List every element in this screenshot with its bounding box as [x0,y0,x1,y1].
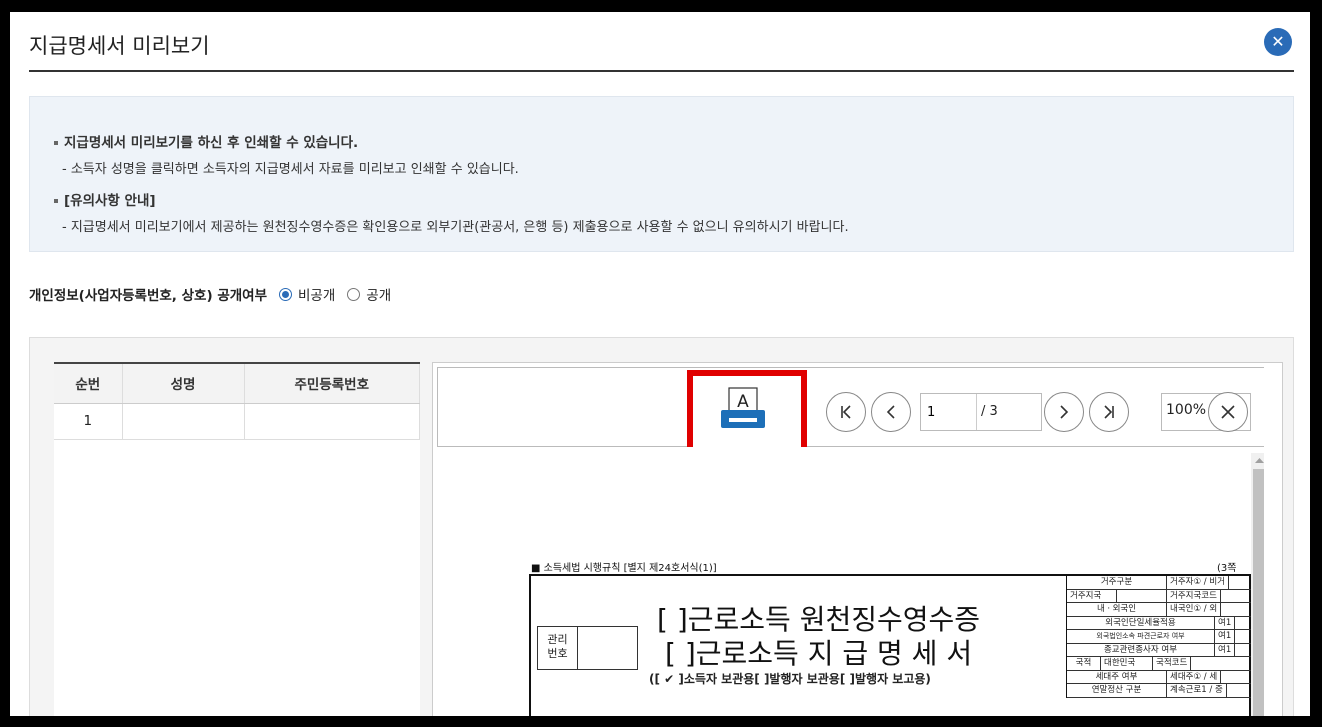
document-header-right: (3쪽 [1217,563,1237,574]
document-title-2: [ ]근로소득 지 급 명 세 서 [665,637,973,670]
col-header-no: 순번 [54,364,123,404]
col-header-rrn: 주민등록번호 [244,364,420,404]
side-row: 국적 대한민국 국적코드 [1067,657,1251,671]
cell-name[interactable] [122,403,245,440]
printer-icon[interactable]: A [693,376,801,452]
side-row: 거주구분 거주자① / 비거 [1067,576,1251,590]
side-row: 외국인단일세율적용 여1 [1067,616,1251,630]
receipt-form: 관리 번호 [ ]근로소득 원천징수영수증 [ ]근로소득 지 급 명 세 서 … [529,574,1251,716]
notice-line-2: - 소득자 성명을 클릭하면 소득자의 지급명세서 자료를 미리보고 인쇄할 수… [62,162,519,177]
earner-list: 순번 성명 주민등록번호 1 [54,362,420,716]
close-viewer-button[interactable] [1208,392,1248,432]
cell-rrn [244,403,420,440]
col-header-name: 성명 [122,364,245,404]
page-input[interactable] [921,394,977,430]
notice-line-1: 지급명세서 미리보기를 하신 후 인쇄할 수 있습니다. [54,131,358,151]
cell-no: 1 [54,403,123,440]
table-header-row: 순번 성명 주민등록번호 [54,364,420,404]
modal-title: 지급명세서 미리보기 [29,34,210,58]
next-page-icon [1060,405,1069,419]
notice-line-3: [유의사항 안내] [54,189,156,209]
radio-public[interactable] [347,287,361,301]
print-button-highlight[interactable]: A [687,370,807,458]
side-row: 거주지국 거주지국코드 [1067,589,1251,603]
title-divider [29,70,1294,72]
side-row: 외국법인소속 파견근로자 여부 여1 [1067,630,1251,644]
radio-private-label[interactable]: 비공개 [298,284,335,304]
next-page-button[interactable] [1044,392,1084,432]
table-row[interactable]: 1 [54,403,420,440]
document-canvas: ■ 소득세법 시행규칙 [별지 제24호서식(1)] (3쪽 관리 번호 [ ]… [437,447,1264,716]
page-total: / 3 [981,404,998,419]
last-page-icon [1104,405,1114,419]
radio-public-label[interactable]: 공개 [366,284,391,304]
page-navigator: / 3 [920,393,1042,431]
bullet-icon [54,199,58,203]
preview-modal: 지급명세서 미리보기 ✕ 지급명세서 미리보기를 하신 후 인쇄할 수 있습니다… [10,12,1310,716]
side-row: 세대주 여부 세대주① / 세 [1067,670,1251,684]
side-row: 연말정산 구분 계속근로1 / 중 [1067,684,1251,698]
last-page-button[interactable] [1089,392,1129,432]
prev-page-icon [886,405,895,419]
privacy-label: 개인정보(사업자등록번호, 상호) 공개여부 [29,288,268,304]
notice-line-4: - 지급명세서 미리보기에서 제공하는 원천징수영수증은 확인용으로 외부기관(… [62,220,849,235]
svg-text:A: A [737,392,749,412]
vertical-scrollbar[interactable] [1251,453,1264,716]
viewer-toolbar: A / 3 [437,367,1264,458]
earner-table: 순번 성명 주민등록번호 1 [54,364,420,440]
management-number-label: 관리 번호 [538,627,578,669]
management-number-box: 관리 번호 [537,626,638,670]
prev-page-button[interactable] [871,392,911,432]
report-viewer: A / 3 [432,362,1283,716]
document-subtitle: ([ ✔ ]소득자 보관용[ ]발행자 보관용[ ]발행자 보고용) [649,672,931,686]
side-row: 내ㆍ외국인 내국인① / 외 [1067,603,1251,617]
scroll-up-icon[interactable] [1251,454,1264,468]
work-area: 순번 성명 주민등록번호 1 A 1 / 3 100% ■ 소득세법 시행규칙 … [29,337,1294,716]
close-viewer-icon [1221,405,1235,419]
side-info-grid: 거주구분 거주자① / 비거 거주지국 거주지국코드 내ㆍ외국인 내국인① / 외 외… [1066,576,1251,698]
scroll-thumb[interactable] [1253,469,1264,716]
notice-box: 지급명세서 미리보기를 하신 후 인쇄할 수 있습니다. - 소득자 성명을 클… [29,96,1294,252]
bullet-icon [54,141,58,145]
first-page-icon [841,405,851,419]
close-modal-button[interactable]: ✕ [1264,28,1292,56]
side-row: 종교관련종사자 여부 여1 [1067,643,1251,657]
privacy-setting: 개인정보(사업자등록번호, 상호) 공개여부 비공개 공개 [29,284,403,304]
first-page-button[interactable] [826,392,866,432]
radio-private[interactable] [279,287,293,301]
document-header-left: ■ 소득세법 시행규칙 [별지 제24호서식(1)] [531,563,717,574]
